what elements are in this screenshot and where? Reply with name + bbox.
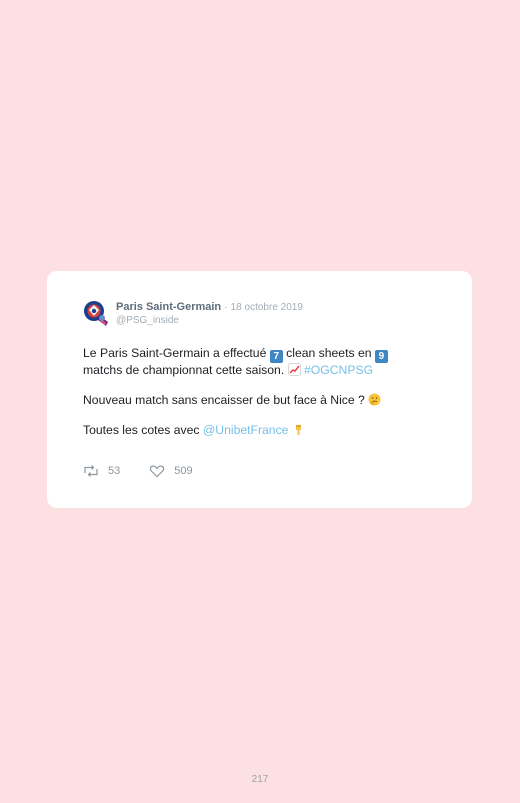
tweet-paragraph-1: Le Paris Saint-Germain a effectué 7 clea… [83, 346, 443, 378]
chart-increasing-icon [287, 363, 301, 376]
hashtag-link[interactable]: #OGCNPSG [304, 363, 373, 377]
tweet-date[interactable]: 18 octobre 2019 [231, 302, 303, 313]
keycap-seven-icon: 7 [269, 350, 283, 363]
psg-crest-icon[interactable] [81, 298, 111, 328]
retweet-count: 53 [108, 465, 121, 477]
like-count: 509 [174, 465, 193, 477]
tweet-card: Paris Saint-Germain · 18 octobre 2019 @P… [47, 271, 472, 508]
tweet-text-segment: Le Paris Saint-Germain a effectué [83, 346, 270, 360]
author-name[interactable]: Paris Saint-Germain [116, 301, 221, 313]
tweet-author-line: Paris Saint-Germain · 18 octobre 2019 [116, 301, 303, 314]
like-button[interactable]: 509 [149, 464, 193, 478]
page-number: 217 [251, 774, 269, 785]
tweet-text-segment: clean sheets en [282, 346, 375, 360]
keycap-nine-icon: 9 [374, 350, 388, 363]
thinking-face-icon [368, 393, 381, 406]
mention-link[interactable]: @UnibetFrance [203, 423, 289, 437]
tweet-text-segment: Toutes les cotes avec [83, 423, 203, 437]
tweet-actions: 53 509 [83, 463, 193, 479]
retweet-button[interactable]: 53 [83, 464, 120, 478]
tweet-paragraph-3: Toutes les cotes avec @UnibetFrance [83, 423, 443, 438]
heart-icon [149, 464, 165, 478]
author-handle[interactable]: @PSG_inside [116, 314, 179, 327]
retweet-icon [83, 464, 99, 478]
tweet-body: Le Paris Saint-Germain a effectué 7 clea… [83, 346, 443, 453]
tweet-text-segment: Nouveau match sans encaisser de but face… [83, 393, 369, 407]
date-separator: · [224, 302, 228, 313]
tweet-paragraph-2: Nouveau match sans encaisser de but face… [83, 393, 443, 408]
backhand-index-pointing-down-icon [292, 423, 305, 436]
tweet-text-segment: matchs de championnat cette saison. [83, 363, 288, 377]
